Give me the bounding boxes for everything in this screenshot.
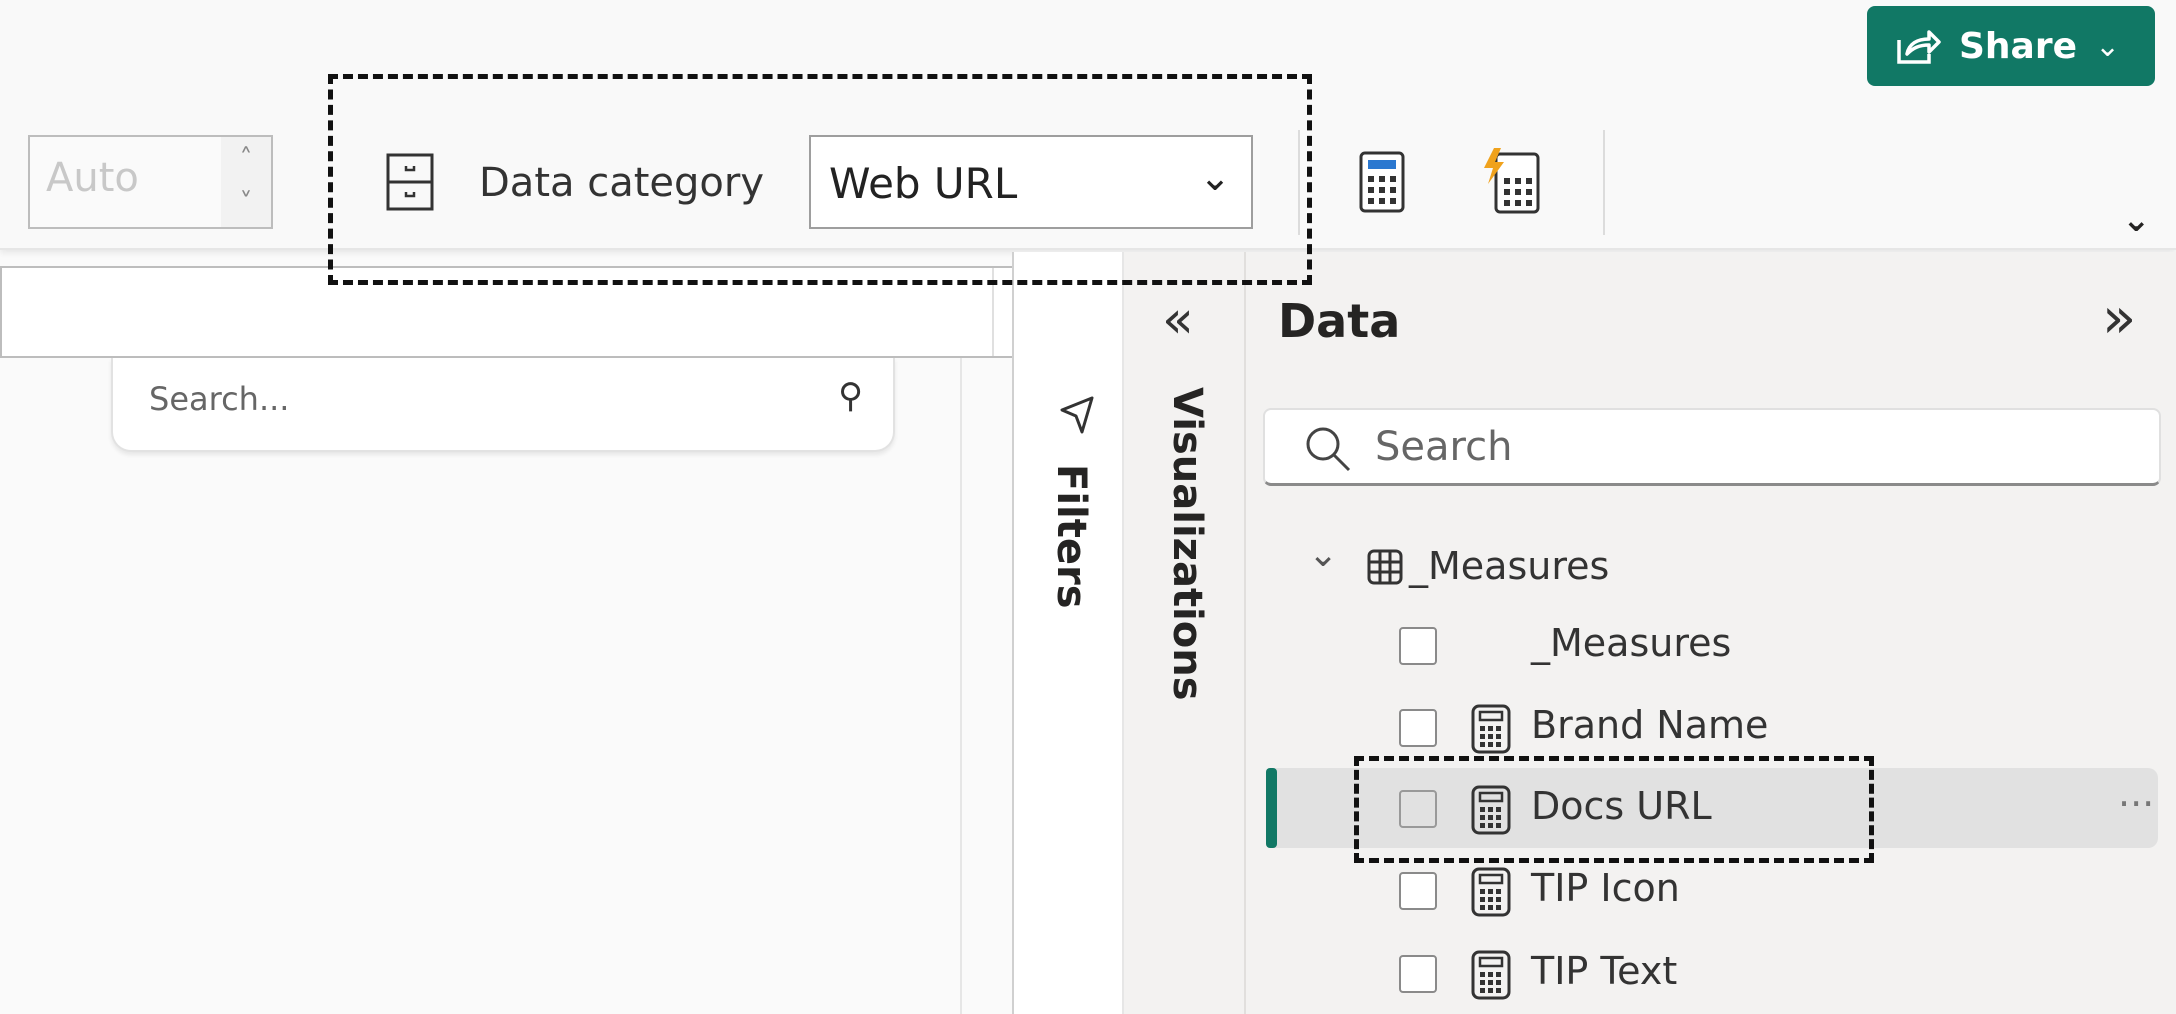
search-placeholder: Search...: [149, 380, 290, 418]
table-node[interactable]: ⌄ _Measures: [1266, 522, 2158, 602]
format-spinner[interactable]: Auto ˄ ˅: [28, 135, 273, 229]
more-options-icon[interactable]: ···: [2118, 782, 2154, 826]
checkbox[interactable]: [1399, 709, 1437, 747]
ribbon-expand-chevron-icon[interactable]: ⌄: [2122, 200, 2151, 240]
share-button[interactable]: Share ⌄: [1867, 6, 2155, 86]
share-label: Share: [1959, 25, 2078, 67]
calculator-icon[interactable]: [1357, 150, 1407, 214]
format-value: Auto: [46, 155, 139, 201]
field-label: TIP Icon: [1531, 866, 1680, 910]
share-icon: [1897, 30, 1941, 64]
quick-measure-icon[interactable]: [1482, 146, 1544, 216]
highlight-box: [1354, 756, 1874, 863]
field-row[interactable]: TIP Text: [1266, 933, 2158, 1013]
checkbox[interactable]: [1399, 872, 1437, 910]
chevron-down-icon: ⌄: [2095, 28, 2121, 64]
visualizations-label: Visualizations: [1164, 387, 1210, 701]
search-icon: ⚲: [838, 376, 863, 416]
checkbox[interactable]: [1399, 955, 1437, 993]
calculator-icon: [1471, 704, 1511, 754]
filters-pane-collapsed[interactable]: Filters: [1012, 252, 1124, 1014]
calculator-icon: [1471, 950, 1511, 1000]
selected-indicator: [1266, 768, 1277, 848]
field-row[interactable]: _Measures: [1266, 605, 2158, 685]
field-label: _Measures: [1531, 621, 1732, 665]
divider: [960, 358, 962, 1014]
spin-up-icon[interactable]: ˄: [221, 137, 271, 181]
spin-down-icon[interactable]: ˅: [221, 181, 271, 225]
left-search-input[interactable]: Search... ⚲: [111, 358, 895, 452]
highlight-box: [328, 74, 1312, 285]
search-placeholder: Search: [1375, 424, 1513, 470]
data-pane-title: Data: [1278, 294, 1401, 348]
chevron-down-icon[interactable]: ⌄: [1308, 534, 1338, 575]
search-icon: [1306, 427, 1351, 472]
collapse-left-icon[interactable]: «: [1162, 290, 1194, 350]
filter-icon: [1060, 396, 1094, 434]
checkbox[interactable]: [1399, 627, 1437, 665]
collapse-right-icon[interactable]: »: [2102, 286, 2136, 351]
table-icon: [1367, 549, 1403, 585]
field-label: TIP Text: [1531, 949, 1678, 993]
table-name: _Measures: [1409, 544, 1610, 588]
field-label: Brand Name: [1531, 703, 1769, 747]
calculator-icon: [1471, 867, 1511, 917]
data-search-input[interactable]: Search: [1263, 408, 2161, 486]
visualizations-pane-collapsed[interactable]: « Visualizations: [1124, 252, 1246, 1014]
filters-label: Filters: [1048, 464, 1094, 609]
divider: [1603, 130, 1605, 235]
field-row[interactable]: Brand Name: [1266, 687, 2158, 767]
